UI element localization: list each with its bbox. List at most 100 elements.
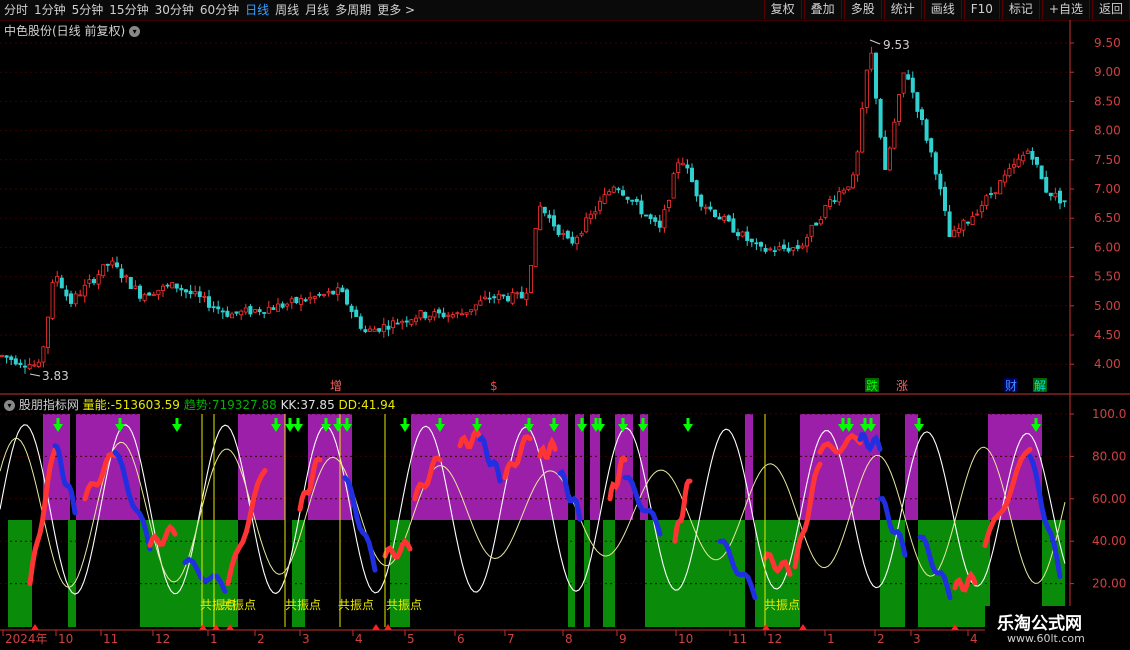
candle-down xyxy=(395,322,400,325)
candle-down xyxy=(174,283,179,289)
candle-up xyxy=(96,274,101,285)
candle-down xyxy=(717,216,722,220)
resonance-label: 共振点 xyxy=(386,598,422,612)
candle-up xyxy=(1053,192,1058,198)
date-tick-label: 2 xyxy=(877,632,885,646)
indicator-tick-label: 20.00 xyxy=(1092,577,1126,591)
candle-up xyxy=(897,94,902,122)
date-tick-label: 2024年 xyxy=(5,632,48,646)
date-tick-label: 8 xyxy=(565,632,573,646)
candle-down xyxy=(248,306,253,315)
candle-up xyxy=(1025,150,1030,154)
candle-down xyxy=(929,138,934,153)
candle-up xyxy=(961,219,966,231)
candle-up xyxy=(473,304,478,311)
candle-up xyxy=(1016,158,1021,167)
candle-down xyxy=(206,296,211,308)
candle-up xyxy=(32,364,37,367)
candle-down xyxy=(621,190,626,196)
price-tick-label: 4.00 xyxy=(1094,357,1121,371)
candle-up xyxy=(496,293,501,300)
candle-down xyxy=(137,285,142,299)
candle-down xyxy=(280,303,285,308)
date-tick-label: 11 xyxy=(103,632,118,646)
candle-down xyxy=(349,305,354,312)
candle-up xyxy=(846,186,851,190)
candle-down xyxy=(1035,156,1040,165)
candle-up xyxy=(285,303,290,307)
candle-down xyxy=(358,316,363,329)
candle-down xyxy=(344,289,349,305)
candle-down xyxy=(225,310,230,317)
event-marker: 解 xyxy=(1034,379,1046,393)
candle-down xyxy=(331,290,336,295)
candle-up xyxy=(55,275,60,283)
candle-up xyxy=(413,317,418,323)
candle-down xyxy=(547,214,552,219)
candle-down xyxy=(625,196,630,200)
candle-down xyxy=(694,180,699,197)
indicator-tick-label: 60.00 xyxy=(1092,492,1126,506)
candle-down xyxy=(220,310,225,313)
candle-down xyxy=(657,220,662,228)
resonance-label: 共振点 xyxy=(338,598,374,612)
candle-down xyxy=(188,290,193,295)
candle-down xyxy=(303,299,308,302)
candle-down xyxy=(234,311,239,314)
candle-up xyxy=(1012,164,1017,168)
candle-down xyxy=(552,215,557,227)
date-tick-label: 1 xyxy=(210,632,218,646)
candle-up xyxy=(851,174,856,189)
date-tick-label: 1 xyxy=(827,632,835,646)
price-tick-label: 9.00 xyxy=(1094,65,1121,79)
chevron-down-icon[interactable]: ▾ xyxy=(4,400,15,411)
candle-down xyxy=(616,188,621,191)
candle-up xyxy=(239,310,244,316)
candle-up xyxy=(27,364,32,370)
candle-down xyxy=(699,194,704,207)
candle-up xyxy=(464,312,469,315)
qushi-label: 趋势: xyxy=(183,398,212,412)
candle-down xyxy=(910,77,915,93)
candle-down xyxy=(519,291,524,299)
candle-down xyxy=(874,52,879,99)
liangneng-value: -513603.59 xyxy=(110,398,180,412)
resonance-label: 共振点 xyxy=(220,598,256,612)
candle-up xyxy=(469,309,474,313)
price-tick-label: 7.50 xyxy=(1094,153,1121,167)
watermark-url: www.60lt.com xyxy=(1007,632,1085,645)
candle-up xyxy=(82,284,87,297)
watermark: 乐淘公式网 www.60lt.com xyxy=(985,606,1130,650)
candle-down xyxy=(216,306,221,310)
candle-down xyxy=(119,268,124,279)
candle-up xyxy=(446,314,451,317)
candle-down xyxy=(772,250,777,253)
bear-zone xyxy=(8,520,32,627)
candle-down xyxy=(630,199,635,202)
candle-up xyxy=(575,236,580,245)
indicator-tick-label: 80.00 xyxy=(1092,449,1126,463)
candle-up xyxy=(133,285,138,289)
event-marker: 跌 xyxy=(866,378,878,393)
candle-up xyxy=(791,247,796,251)
candle-up xyxy=(312,296,317,299)
candle-up xyxy=(381,324,386,333)
candle-up xyxy=(593,211,598,215)
liangneng-label: 量能: xyxy=(82,398,111,412)
candle-down xyxy=(18,362,23,365)
candle-up xyxy=(372,328,377,332)
resonance-label: 共振点 xyxy=(285,598,321,612)
candle-down xyxy=(648,214,653,220)
candle-up xyxy=(952,229,957,238)
candle-up xyxy=(837,191,842,203)
candle-down xyxy=(920,109,925,120)
date-tick-label: 3 xyxy=(913,632,921,646)
candle-up xyxy=(409,319,414,325)
candle-down xyxy=(763,248,768,252)
candle-up xyxy=(984,195,989,206)
candle-up xyxy=(1002,174,1007,183)
date-tick-label: 9 xyxy=(619,632,627,646)
candle-down xyxy=(505,295,510,302)
candle-up xyxy=(887,147,892,171)
candle-down xyxy=(501,294,506,297)
